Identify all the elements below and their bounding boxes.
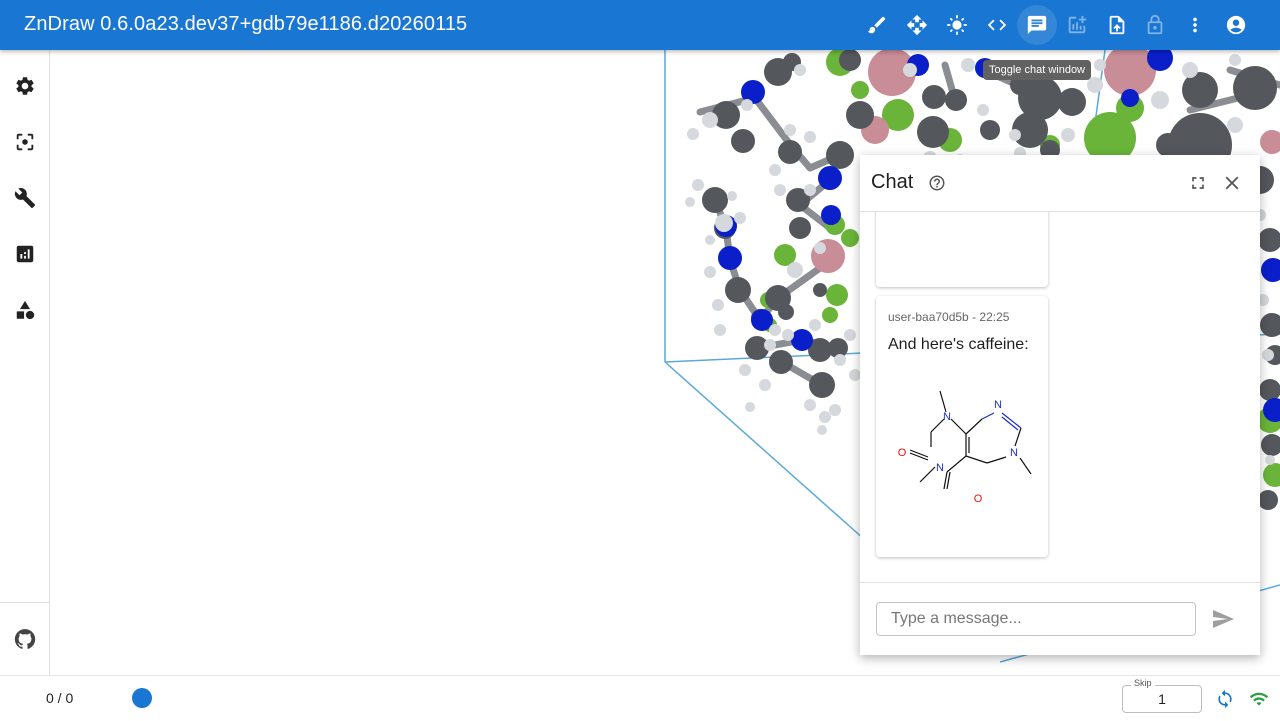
upload-file-button[interactable] xyxy=(1097,5,1137,45)
chat-tooltip: Toggle chat window xyxy=(983,60,1092,80)
atom-label-o: O xyxy=(898,447,907,459)
center-focus-button[interactable] xyxy=(10,127,40,157)
skip-label: Skip xyxy=(1131,678,1155,688)
sidebar xyxy=(0,50,50,675)
theme-toggle-button[interactable] xyxy=(937,5,977,45)
app-bar: ZnDraw 0.6.0a23.dev37+gdb79e1186.d202601… xyxy=(0,0,1280,50)
atom-label-n: N xyxy=(943,411,951,423)
settings-button[interactable] xyxy=(10,71,40,101)
analytics-button[interactable] xyxy=(10,239,40,269)
message-text: And here's caffeine: xyxy=(888,336,1029,353)
upload-file-icon xyxy=(1109,15,1125,35)
more-options-button[interactable] xyxy=(1175,5,1215,45)
app-title: ZnDraw 0.6.0a23.dev37+gdb79e1186.d202601… xyxy=(24,13,468,35)
chat-header: Chat xyxy=(860,155,1260,212)
atom-label-n: N xyxy=(1010,447,1018,459)
chat-footer xyxy=(860,582,1260,656)
message-input[interactable] xyxy=(876,602,1196,636)
chat-messages[interactable]: user-baa70d5b - 22:25 And here's caffein… xyxy=(860,212,1260,582)
brightness-icon xyxy=(946,14,968,36)
settings-icon xyxy=(16,77,34,95)
atom-label-n: N xyxy=(994,399,1002,411)
message-meta: user-baa70d5b - 22:25 xyxy=(888,310,1010,324)
frame-counter: 0 / 0 xyxy=(46,690,74,706)
chat-title: Chat xyxy=(871,171,914,193)
wifi-icon xyxy=(1249,692,1269,706)
account-button[interactable] xyxy=(1216,5,1256,45)
sync-icon[interactable] xyxy=(1215,689,1235,709)
brush-icon xyxy=(867,16,886,34)
close-icon[interactable] xyxy=(1221,172,1243,194)
move-button[interactable] xyxy=(897,5,937,45)
github-icon xyxy=(14,629,36,649)
send-icon[interactable] xyxy=(1210,607,1236,631)
chat-icon xyxy=(1027,15,1047,35)
shapes-icon xyxy=(16,300,35,320)
add-chart-button[interactable] xyxy=(1057,5,1097,45)
add-chart-icon xyxy=(1068,15,1087,34)
atom-label-n: N xyxy=(936,462,944,474)
github-link[interactable] xyxy=(10,624,40,654)
account-circle-icon xyxy=(1226,15,1246,35)
chat-window: Chat user-baa70d5b - 22:25 And here's ca… xyxy=(860,155,1260,655)
tools-button[interactable] xyxy=(10,183,40,213)
analytics-icon xyxy=(16,245,34,263)
move-icon xyxy=(906,14,928,36)
frame-slider-thumb[interactable] xyxy=(132,688,152,708)
help-icon[interactable] xyxy=(928,174,946,192)
more-vert-icon xyxy=(1193,17,1197,33)
toggle-chat-button[interactable] xyxy=(1017,5,1057,45)
lock-button[interactable] xyxy=(1135,5,1175,45)
code-icon xyxy=(987,19,1007,31)
lock-icon xyxy=(1147,14,1163,35)
skip-input[interactable]: Skip 1 xyxy=(1122,678,1202,713)
atom-label-o: O xyxy=(974,493,983,505)
focus-icon xyxy=(16,133,34,151)
playback-bar: 0 / 0 Skip 1 xyxy=(0,675,1280,721)
sidebar-divider xyxy=(0,602,49,603)
skip-value[interactable]: 1 xyxy=(1123,691,1201,707)
message-card: user-baa70d5b - 22:25 And here's caffein… xyxy=(876,296,1048,557)
geometries-button[interactable] xyxy=(10,295,40,325)
build-icon xyxy=(14,188,36,209)
previous-message-card xyxy=(876,212,1048,287)
brush-button[interactable] xyxy=(857,5,897,45)
caffeine-structure-image: N N N N O O xyxy=(898,390,1032,505)
code-button[interactable] xyxy=(977,5,1017,45)
fullscreen-icon[interactable] xyxy=(1188,173,1208,193)
